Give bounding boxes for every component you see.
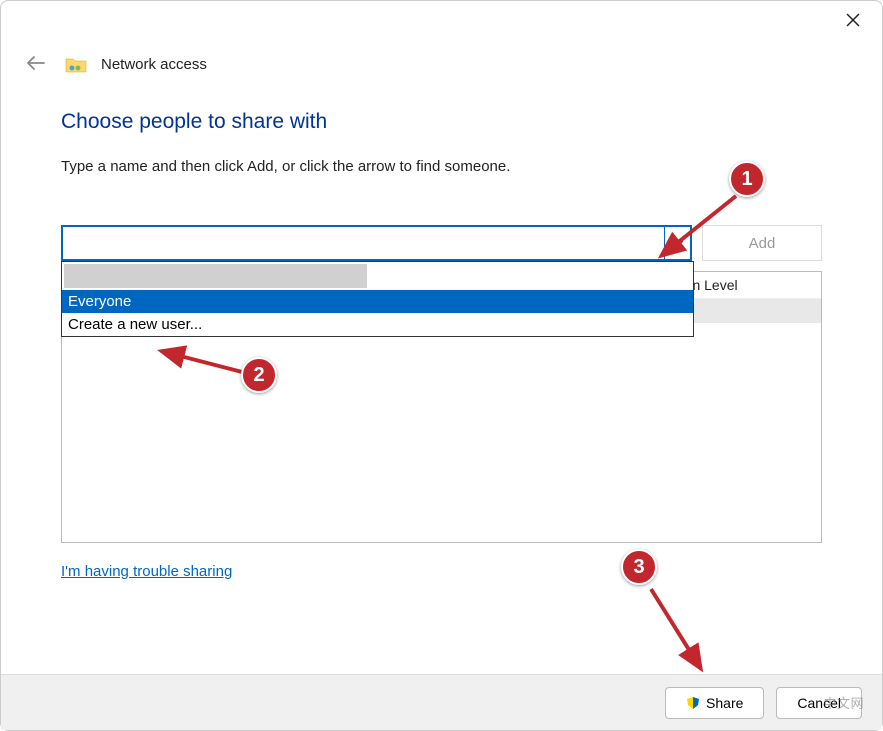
annotation-badge-3: 3	[621, 549, 657, 585]
name-combo: Everyone Create a new user...	[61, 225, 692, 261]
titlebar	[1, 1, 882, 41]
dropdown-item-everyone[interactable]: Everyone	[62, 290, 693, 313]
close-button[interactable]	[838, 11, 868, 32]
dropdown-item-create-user[interactable]: Create a new user...	[62, 313, 693, 336]
chevron-down-icon	[674, 240, 684, 246]
window-title: Network access	[101, 56, 207, 73]
name-input[interactable]	[61, 225, 692, 261]
back-button[interactable]	[21, 49, 51, 80]
add-button[interactable]: Add	[702, 225, 822, 261]
page-heading: Choose people to share with	[61, 110, 822, 134]
annotation-badge-2: 2	[241, 357, 277, 393]
trouble-sharing-link[interactable]: I'm having trouble sharing	[61, 563, 232, 580]
input-row: Everyone Create a new user... Add	[61, 225, 822, 261]
dropdown-arrow-button[interactable]	[664, 225, 692, 261]
header-row: Network access	[1, 41, 882, 100]
dropdown-item-redacted[interactable]	[64, 264, 367, 288]
annotation-badge-1: 1	[729, 161, 765, 197]
footer: Share Cancel	[1, 674, 882, 730]
watermark: 中文网	[823, 693, 864, 712]
shield-icon	[686, 696, 700, 710]
instruction-text: Type a name and then click Add, or click…	[61, 158, 822, 175]
annotation-arrow-3	[641, 581, 721, 681]
share-button[interactable]: Share	[665, 687, 764, 719]
dropdown-list: Everyone Create a new user...	[61, 261, 694, 337]
folder-share-icon	[65, 56, 87, 74]
share-button-label: Share	[706, 695, 743, 711]
